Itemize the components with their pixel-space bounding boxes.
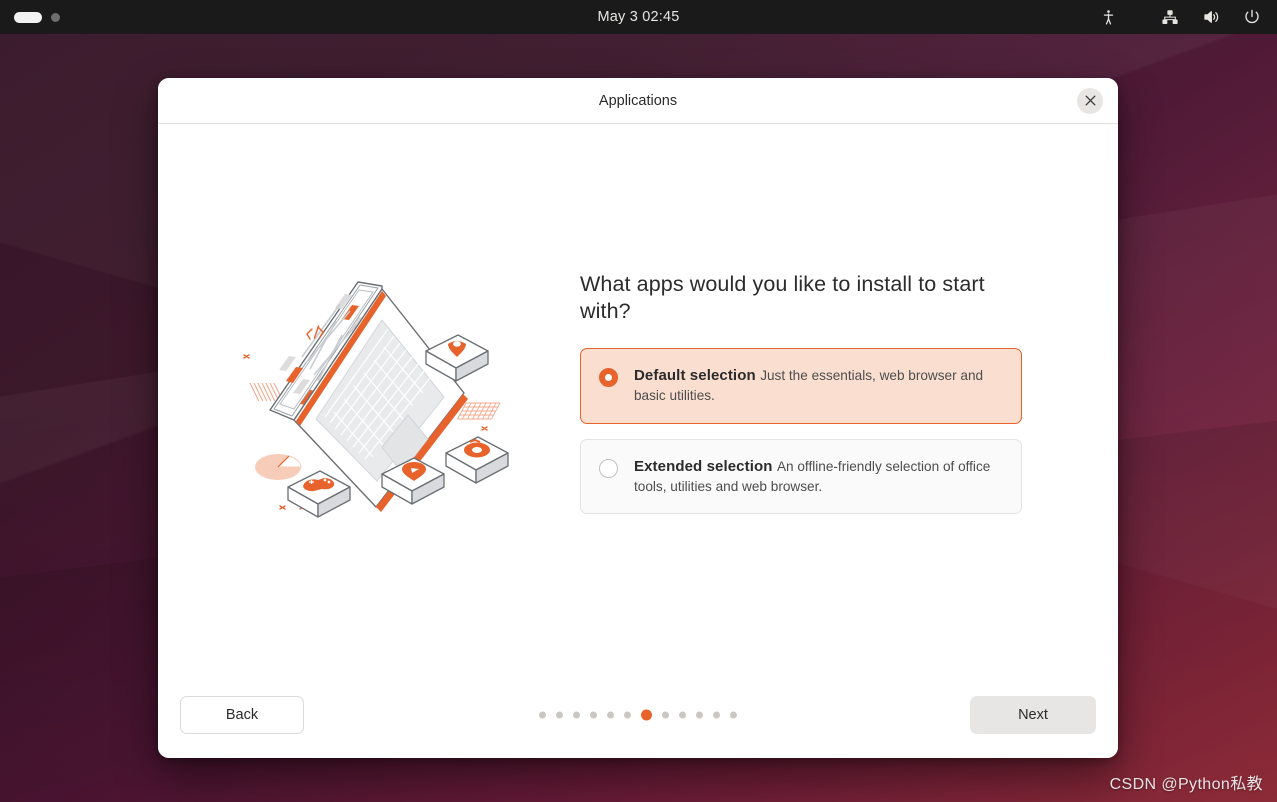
clock[interactable]: May 3 02:45 — [300, 9, 977, 25]
page-dot — [730, 711, 737, 719]
accessibility-icon[interactable] — [1100, 9, 1117, 26]
option-extended-selection[interactable]: Extended selection An offline-friendly s… — [580, 438, 1022, 515]
page-dot — [662, 711, 669, 719]
radio-extended-selection[interactable] — [599, 458, 618, 478]
hatch-decoration-right — [456, 402, 501, 420]
page-dot — [696, 711, 703, 719]
back-button[interactable]: Back — [180, 696, 304, 734]
option-default-selection[interactable]: Default selection Just the essentials, w… — [580, 348, 1022, 424]
system-top-bar: May 3 02:45 — [0, 0, 1277, 34]
next-button[interactable]: Next — [970, 696, 1096, 734]
page-dot — [556, 711, 563, 719]
app-tile-camera — [445, 436, 509, 484]
dialog-content: What apps would you like to install to s… — [580, 267, 1040, 530]
workspace-dot-inactive[interactable] — [51, 12, 60, 22]
workspace-pill-active[interactable] — [14, 11, 42, 23]
dialog-title: Applications — [598, 92, 678, 109]
network-wired-icon[interactable] — [1161, 9, 1179, 26]
close-button[interactable] — [1077, 87, 1103, 114]
page-dot — [713, 711, 720, 719]
isometric-laptop-apps-illustration — [180, 265, 580, 531]
workspace-indicator[interactable] — [0, 11, 300, 23]
page-dot-active — [641, 709, 652, 721]
dialog-footer: Back Next — [158, 672, 1118, 758]
watermark: CSDN @Python私教 — [1109, 776, 1263, 793]
page-dot — [539, 711, 546, 719]
dialog-header: Applications — [158, 78, 1118, 124]
page-dot — [607, 711, 614, 719]
dialog-body: What apps would you like to install to s… — [158, 124, 1118, 672]
applications-dialog: Applications What apps would you like to… — [158, 78, 1118, 758]
option-title: Extended selection — [634, 457, 773, 475]
pie-decoration — [255, 454, 302, 480]
page-dot — [573, 711, 580, 719]
option-title: Default selection — [634, 367, 756, 385]
radio-default-selection[interactable] — [599, 368, 618, 388]
status-area — [977, 8, 1277, 26]
desktop-background: May 3 02:45 Applications What apps would… — [0, 0, 1277, 802]
app-tile-gamepad — [287, 470, 351, 518]
power-icon[interactable] — [1243, 8, 1261, 26]
page-dot — [624, 711, 631, 719]
volume-icon[interactable] — [1201, 8, 1221, 26]
page-heading: What apps would you like to install to s… — [580, 271, 985, 323]
code-tag-icon — [306, 325, 324, 340]
page-dot — [590, 711, 597, 719]
page-dot — [679, 711, 686, 719]
close-icon — [1085, 95, 1095, 106]
